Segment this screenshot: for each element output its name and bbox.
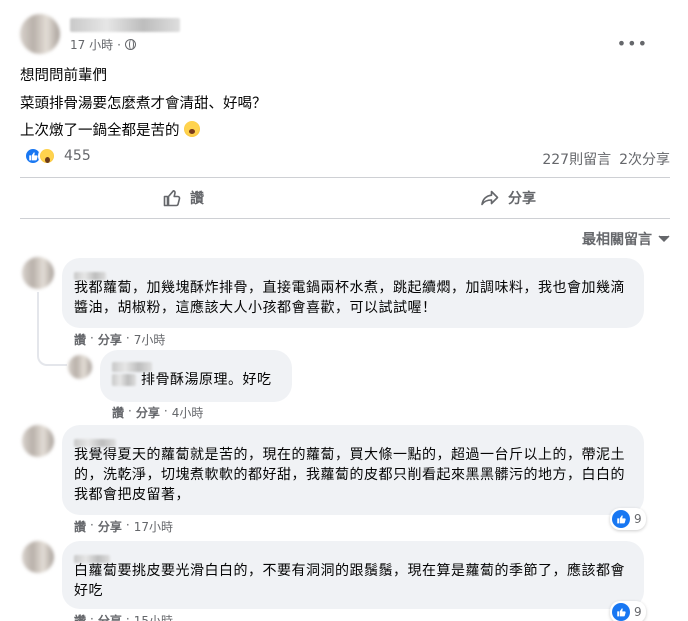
share-arrow-icon — [481, 190, 499, 206]
comment-time[interactable]: 7小時 — [134, 331, 166, 348]
comment-like-link[interactable]: 讚 — [74, 518, 86, 535]
wow-icon — [38, 147, 56, 165]
comment-share-link[interactable]: 分享 — [98, 331, 122, 348]
thumbs-up-icon — [163, 190, 181, 207]
shares-count[interactable]: 2次分享 — [619, 149, 670, 169]
post-meta: 17 小時 · — [70, 36, 136, 53]
like-icon — [612, 603, 630, 621]
comment-like-link[interactable]: 讚 — [74, 612, 86, 621]
comment-text: 我都蘿蔔，加幾塊酥炸排骨，直接電鍋兩杯水煮，跳起續燜，加調味料，我也會加幾滴醬油… — [74, 280, 625, 316]
reply-text-content: 排骨酥湯原理。好吃 — [140, 372, 272, 388]
comment-bubble: 白蘿蔔要挑皮要光滑白白的，不要有洞洞的跟鬚鬚，現在算是蘿蔔的季節了，應該都會好吃 — [62, 541, 644, 609]
comment-text: 白蘿蔔要挑皮要光滑白白的，不要有洞洞的跟鬚鬚，現在算是蘿蔔的季節了，應該都會好吃 — [74, 563, 625, 599]
reply-share-link[interactable]: 分享 — [136, 404, 160, 421]
reply-like-link[interactable]: 讚 — [112, 404, 124, 421]
reply-bubble: 排骨酥湯原理。好吃 — [100, 350, 292, 402]
comment-actions: 讚 · 分享 · 15小時 — [74, 612, 173, 621]
reply-time[interactable]: 4小時 — [172, 404, 204, 421]
chevron-down-icon — [658, 235, 670, 243]
comment-reaction-count: 9 — [634, 605, 642, 619]
more-icon[interactable]: ••• — [617, 36, 648, 52]
like-icon — [612, 510, 630, 528]
comment-reaction-badge[interactable]: 9 — [610, 508, 646, 530]
post-time[interactable]: 17 小時 — [70, 36, 113, 53]
comment-sort-dropdown[interactable]: 最相關留言 — [582, 229, 670, 249]
comment-actions: 讚 · 分享 · 7小時 — [74, 331, 166, 348]
meta-separator: · — [117, 37, 121, 52]
commenter-name-blurred[interactable] — [74, 439, 116, 447]
post-line-3: 上次燉了一鍋全都是苦的 — [20, 119, 201, 140]
reaction-count[interactable]: 455 — [64, 148, 91, 164]
comment-avatar[interactable] — [22, 541, 54, 573]
divider-top — [20, 177, 670, 178]
reply-name-blurred[interactable] — [112, 362, 152, 372]
comment-text: 我覺得夏天的蘿蔔就是苦的，現在的蘿蔔，買大條一點的，超過一台斤以上的，帶泥土的，… — [74, 447, 625, 503]
comment-bubble: 我覺得夏天的蘿蔔就是苦的，現在的蘿蔔，買大條一點的，超過一台斤以上的，帶泥土的，… — [62, 425, 644, 515]
post-stats: 227則留言 2次分享 — [542, 149, 670, 169]
comment-avatar[interactable] — [22, 425, 54, 457]
like-button-label: 讚 — [190, 191, 204, 207]
share-button-label: 分享 — [508, 191, 536, 207]
globe-icon[interactable] — [124, 39, 136, 50]
reply-text: 排骨酥湯原理。好吃 — [112, 370, 280, 390]
reaction-summary[interactable]: 455 — [24, 147, 91, 165]
comment-share-link[interactable]: 分享 — [98, 518, 122, 535]
comment-time[interactable]: 17小時 — [134, 518, 173, 535]
comment-reaction-badge[interactable]: 9 — [610, 601, 646, 621]
crying-emoji-icon — [184, 121, 201, 137]
reply-actions: 讚 · 分享 · 4小時 — [112, 404, 204, 421]
comment-like-link[interactable]: 讚 — [74, 331, 86, 348]
comment-actions: 讚 · 分享 · 17小時 — [74, 518, 173, 535]
author-name-blurred[interactable] — [70, 18, 180, 32]
comment-reaction-count: 9 — [634, 512, 642, 526]
sort-label: 最相關留言 — [582, 232, 652, 248]
comment-bubble: 我都蘿蔔，加幾塊酥炸排骨，直接電鍋兩杯水煮，跳起續燜，加調味料，我也會加幾滴醬油… — [62, 258, 644, 328]
reply-avatar[interactable] — [68, 355, 92, 379]
author-avatar[interactable] — [20, 14, 60, 54]
comment-time[interactable]: 15小時 — [134, 612, 173, 621]
divider-bottom — [20, 218, 670, 219]
comments-count[interactable]: 227則留言 — [542, 149, 611, 169]
comment-avatar[interactable] — [22, 257, 54, 289]
commenter-name-blurred[interactable] — [74, 555, 110, 563]
post-line-2: 菜頭排骨湯要怎麼煮才會清甜、好喝？ — [20, 96, 267, 112]
post-header: 17 小時 · ••• — [18, 14, 670, 54]
comment-share-link[interactable]: 分享 — [98, 612, 122, 621]
commenter-name-blurred[interactable] — [74, 272, 106, 280]
post-line-1: 想問問前輩們 — [20, 68, 107, 84]
post-line-3-text: 上次燉了一鍋全都是苦的 — [20, 123, 180, 139]
like-button[interactable]: 讚 — [162, 186, 204, 210]
reply-tag-blurred[interactable] — [112, 374, 136, 386]
share-button[interactable]: 分享 — [480, 186, 536, 210]
